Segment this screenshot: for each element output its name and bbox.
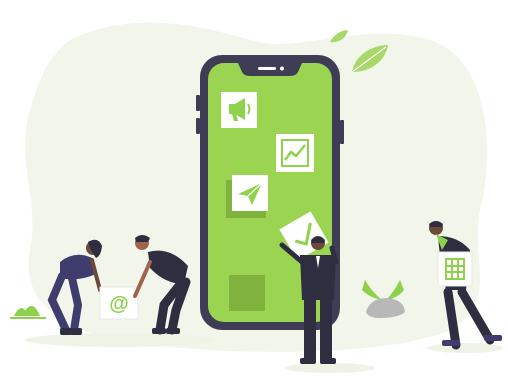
ground-shadow — [427, 343, 503, 353]
tile-blank — [229, 275, 265, 311]
card-at-sign: @ — [99, 286, 139, 320]
tile-line-chart — [276, 134, 314, 172]
card-spreadsheet — [437, 251, 473, 287]
tile-paper-plane — [226, 175, 268, 218]
illustration: @ — [10, 22, 503, 373]
ground-shadow — [25, 333, 215, 347]
illustration-stage: @ — [0, 0, 508, 376]
plant-icon — [10, 306, 46, 319]
ground-shadow — [285, 363, 375, 373]
at-sign-icon: @ — [109, 293, 129, 315]
tile-megaphone — [221, 92, 257, 128]
